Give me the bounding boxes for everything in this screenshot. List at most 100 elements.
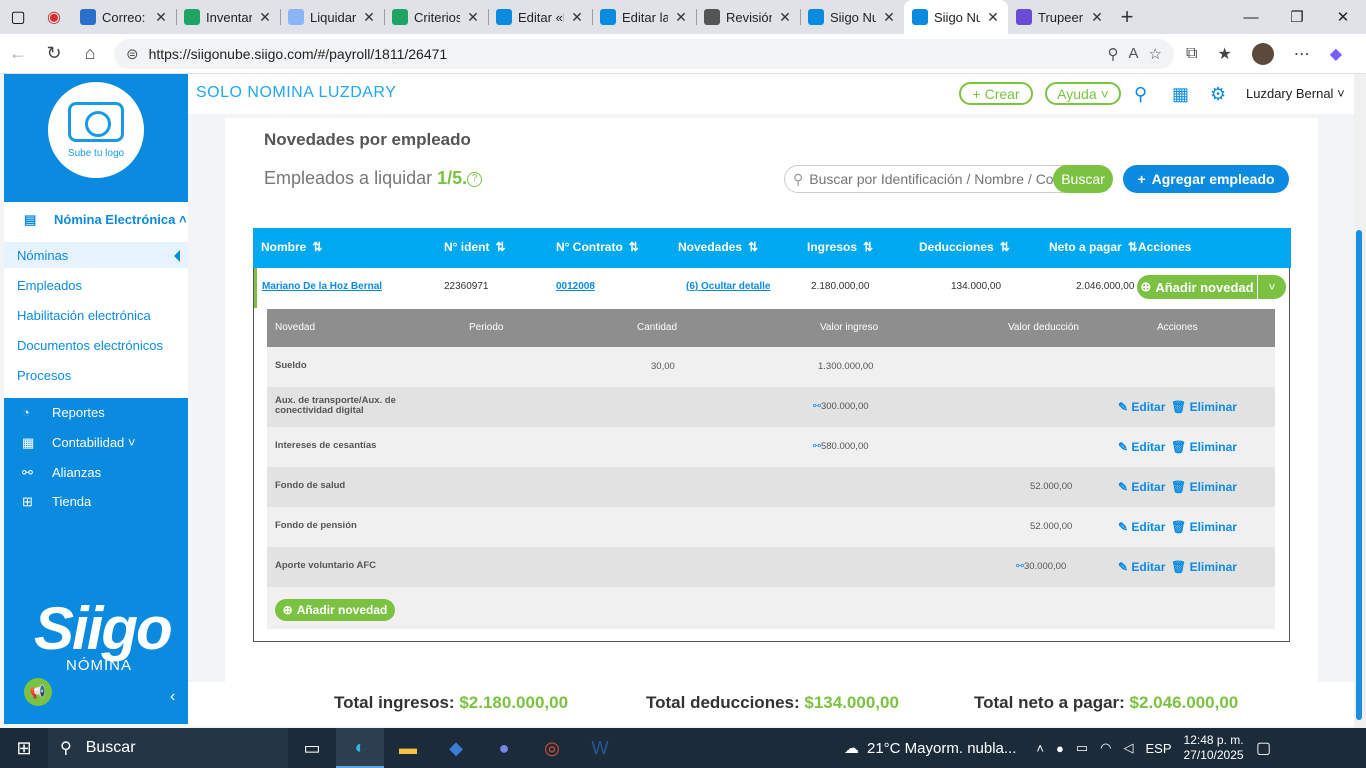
column-header-neto[interactable]: Neto a pagar ⇅ <box>1049 240 1138 254</box>
extensions-icon[interactable]: ⧉ <box>1186 45 1197 63</box>
calendar-icon[interactable]: ▦ <box>1172 84 1189 105</box>
create-button[interactable]: + Crear <box>959 82 1033 105</box>
sidebar-item-documentos[interactable]: Documentos electrónicos <box>4 332 188 358</box>
sidebar-item-habilitacion[interactable]: Habilitación electrónica <box>4 302 188 328</box>
edit-button[interactable]: ✎ Editar <box>1118 440 1165 454</box>
close-tab-icon[interactable]: ✕ <box>154 9 168 26</box>
copilot-icon[interactable]: ◆ <box>1330 44 1342 64</box>
browser-tab[interactable]: Siigo Nu ✕ <box>904 0 1008 34</box>
add-novedad-button-bottom[interactable]: ⊕ Añadir novedad <box>275 599 395 621</box>
delete-button[interactable]: 🗑 Eliminar <box>1171 480 1237 494</box>
close-window-icon[interactable]: ✕ <box>1320 0 1366 34</box>
close-tab-icon[interactable]: ✕ <box>674 9 688 26</box>
profile-avatar[interactable] <box>1251 42 1274 65</box>
sidebar-item-contabilidad[interactable]: ▦ Contabilidad ˅ <box>4 435 188 450</box>
tab-actions-icon[interactable]: ▢ <box>0 0 36 34</box>
column-header-deducciones[interactable]: Deducciones ⇅ <box>919 240 1010 254</box>
notifications-icon[interactable]: ▢ <box>1244 738 1284 758</box>
close-tab-icon[interactable]: ✕ <box>570 9 584 26</box>
toggle-detail-link[interactable]: (6) Ocultar detalle <box>686 281 770 292</box>
home-icon[interactable]: ⌂ <box>72 43 108 64</box>
browser-tab[interactable]: Liquidar ✕ <box>280 0 384 34</box>
new-tab-button[interactable]: + <box>1112 4 1142 30</box>
teams-icon[interactable]: ● <box>480 728 528 768</box>
add-employee-button[interactable]: + Agregar empleado <box>1123 165 1289 193</box>
browser-tab[interactable]: Siigo Nu ✕ <box>800 0 904 34</box>
edit-button[interactable]: ✎ Editar <box>1118 560 1165 574</box>
column-header-nombre[interactable]: Nombre ⇅ <box>261 240 322 254</box>
add-novedad-dropdown[interactable]: ˅ <box>1258 275 1286 299</box>
browser-tab[interactable]: Revisión ✕ <box>696 0 800 34</box>
column-header-contrato[interactable]: N° Contrato ⇅ <box>556 240 639 254</box>
page-scrollbar[interactable] <box>1354 74 1366 728</box>
column-header-ingresos[interactable]: Ingresos ⇅ <box>807 240 873 254</box>
app-icon-2[interactable]: ◎ <box>528 728 576 768</box>
language-indicator[interactable]: ESP <box>1146 741 1172 756</box>
edge-icon[interactable]: ◐ <box>336 728 384 768</box>
minimize-icon[interactable]: — <box>1228 0 1274 34</box>
sidebar-item-reportes[interactable]: ◔ Reportes <box>4 405 188 420</box>
more-icon[interactable]: ⋯ <box>1294 44 1310 64</box>
zoom-icon[interactable]: ⚲ <box>1108 45 1119 63</box>
windows-start-icon[interactable]: ⊞ <box>0 738 48 759</box>
volume-icon[interactable]: ◁ <box>1124 740 1134 756</box>
user-menu[interactable]: Luzdary Bernal ˅ <box>1246 86 1345 101</box>
weather-widget[interactable]: ☁ 21°C Mayorm. nubla... <box>844 739 1016 758</box>
browser-tab[interactable]: Trupeer ✕ <box>1008 0 1112 34</box>
edit-button[interactable]: ✎ Editar <box>1118 480 1165 494</box>
search-input[interactable] <box>809 171 1060 187</box>
mic-icon[interactable]: ● <box>1056 741 1064 756</box>
sidebar-item-empleados[interactable]: Empleados <box>4 272 188 298</box>
url-field[interactable]: ⊜ https://siigonube.siigo.com/#/payroll/… <box>114 38 1174 69</box>
close-tab-icon[interactable]: ✕ <box>362 9 376 26</box>
close-tab-icon[interactable]: ✕ <box>778 9 792 26</box>
browser-tab[interactable]: Correo: l ✕ <box>72 0 176 34</box>
sidebar-item-tienda[interactable]: ⊞ Tienda <box>4 494 188 509</box>
taskbar-search[interactable]: ⚲ Buscar <box>48 728 288 768</box>
browser-tab[interactable]: Editar «L ✕ <box>488 0 592 34</box>
read-aloud-icon[interactable]: A <box>1129 45 1139 62</box>
refresh-icon[interactable]: ↻ <box>36 43 72 64</box>
contract-link[interactable]: 0012008 <box>556 281 595 292</box>
browser-tab[interactable]: Editar la ✕ <box>592 0 696 34</box>
gear-icon[interactable]: ⚙ <box>1210 84 1226 105</box>
megaphone-icon[interactable]: 📢 <box>24 678 52 706</box>
close-tab-icon[interactable]: ✕ <box>466 9 480 26</box>
word-icon[interactable]: W <box>576 728 624 768</box>
employee-name-link[interactable]: Mariano De la Hoz Bernal <box>262 281 382 292</box>
back-icon[interactable]: ← <box>0 43 36 64</box>
close-tab-icon[interactable]: ✕ <box>882 9 896 26</box>
wifi-icon[interactable]: ◠ <box>1100 740 1111 756</box>
record-icon[interactable]: ◉ <box>36 0 72 34</box>
delete-button[interactable]: 🗑 Eliminar <box>1171 400 1237 414</box>
site-info-icon[interactable]: ⊜ <box>126 45 139 63</box>
delete-button[interactable]: 🗑 Eliminar <box>1171 440 1237 454</box>
column-header-ident[interactable]: N° ident ⇅ <box>444 240 506 254</box>
help-button[interactable]: Ayuda ˅ <box>1045 82 1121 105</box>
sidebar-item-procesos[interactable]: Procesos <box>4 362 188 388</box>
close-tab-icon[interactable]: ✕ <box>1090 9 1104 26</box>
file-explorer-icon[interactable]: ▬ <box>384 728 432 768</box>
url-text[interactable]: https://siigonube.siigo.com/#/payroll/18… <box>149 46 1098 62</box>
browser-tab[interactable]: Inventar ✕ <box>176 0 280 34</box>
close-tab-icon[interactable]: ✕ <box>986 9 1000 26</box>
sidebar-item-alianzas[interactable]: ⚯ Alianzas <box>4 465 188 480</box>
favorite-icon[interactable]: ☆ <box>1149 45 1162 63</box>
chevron-up-icon[interactable]: ˄ <box>1036 741 1044 756</box>
add-novedad-button[interactable]: ⊕ Añadir novedad <box>1137 275 1257 299</box>
favorites-icon[interactable]: ★ <box>1217 44 1231 64</box>
task-view-icon[interactable]: ▭ <box>288 728 336 768</box>
search-box[interactable]: ⚲ <box>784 165 1084 193</box>
delete-button[interactable]: 🗑 Eliminar <box>1171 520 1237 534</box>
battery-icon[interactable]: ▭ <box>1076 740 1088 756</box>
app-icon[interactable]: ◆ <box>432 728 480 768</box>
search-icon[interactable]: ⚲ <box>1134 84 1147 105</box>
edit-button[interactable]: ✎ Editar <box>1118 400 1165 414</box>
link-icon[interactable]: ⚯ <box>813 441 821 452</box>
scrollbar-thumb[interactable] <box>1356 230 1362 720</box>
maximize-icon[interactable]: ❐ <box>1274 0 1320 34</box>
link-icon[interactable]: ⚯ <box>813 401 821 412</box>
collapse-sidebar-icon[interactable]: ‹ <box>170 688 175 706</box>
clock[interactable]: 12:48 p. m. 27/10/2025 <box>1184 733 1244 763</box>
edit-button[interactable]: ✎ Editar <box>1118 520 1165 534</box>
